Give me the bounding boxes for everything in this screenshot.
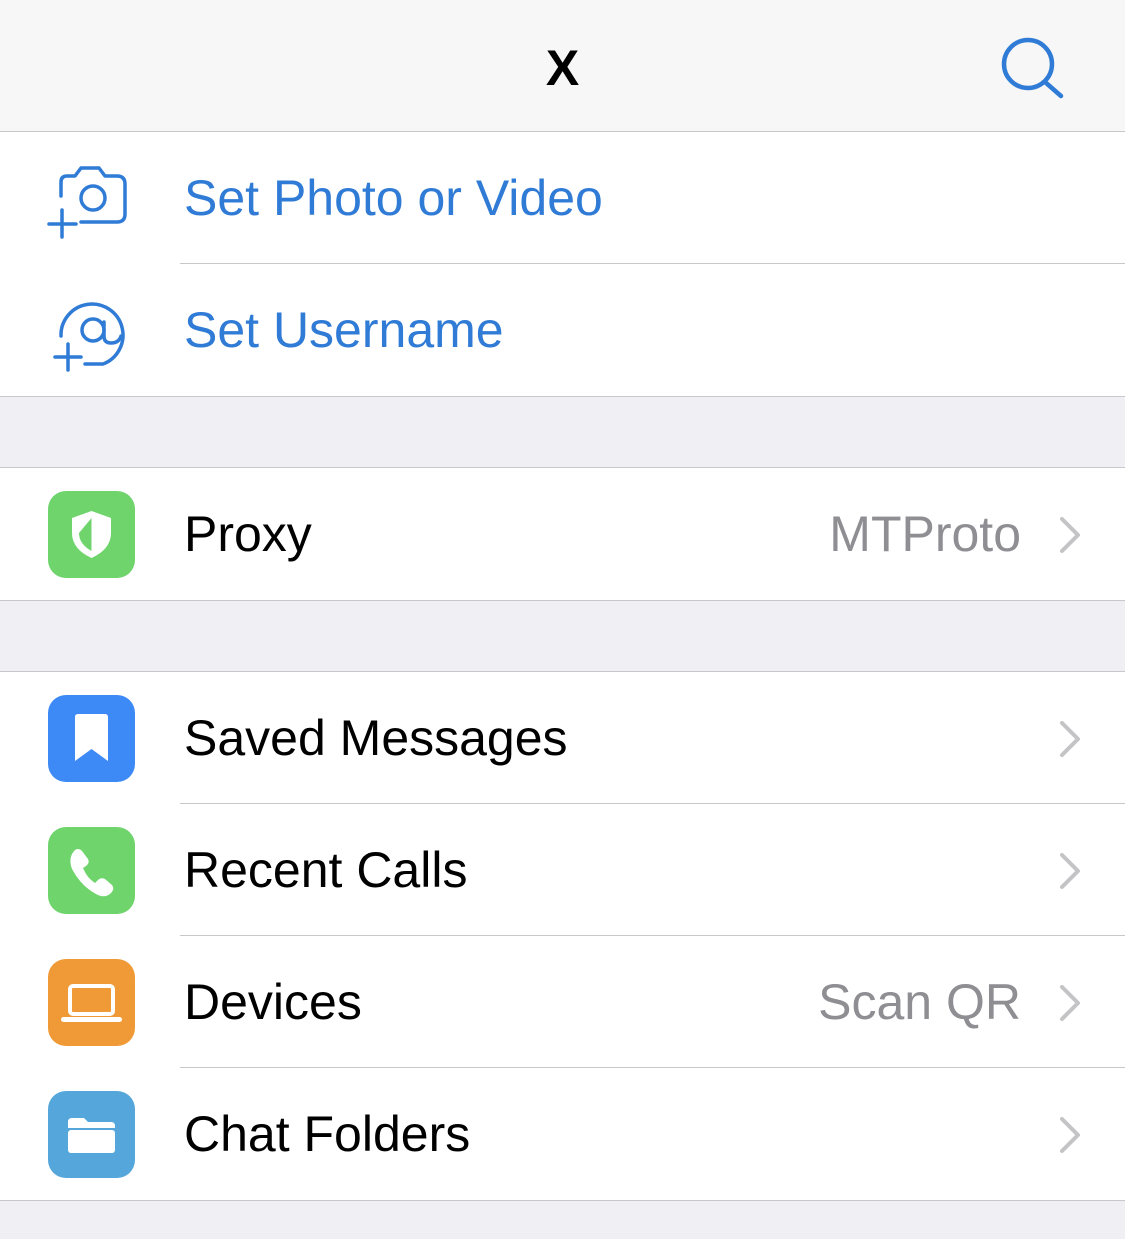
proxy-row[interactable]: Proxy MTProto <box>0 468 1125 600</box>
proxy-value: MTProto <box>829 506 1021 562</box>
saved-messages-label: Saved Messages <box>184 710 568 766</box>
chevron-right-icon <box>1058 516 1082 554</box>
camera-add-icon <box>45 160 131 240</box>
devices-value[interactable]: Scan QR <box>818 936 1021 1068</box>
shield-icon <box>48 491 135 578</box>
phone-icon <box>48 827 135 914</box>
devices-row[interactable]: Devices Scan QR <box>0 936 1125 1068</box>
navigation-bar: X <box>0 0 1125 132</box>
search-icon[interactable] <box>998 34 1068 104</box>
bookmark-icon <box>48 695 135 782</box>
laptop-icon <box>48 959 135 1046</box>
set-username-row[interactable]: Set Username <box>0 264 1125 396</box>
recent-calls-label: Recent Calls <box>184 842 468 898</box>
proxy-section: Proxy MTProto <box>0 467 1125 601</box>
set-username-label: Set Username <box>184 302 504 358</box>
saved-messages-row[interactable]: Saved Messages <box>0 672 1125 804</box>
chevron-right-icon <box>1058 720 1082 758</box>
recent-calls-row[interactable]: Recent Calls <box>0 804 1125 936</box>
page-title: X <box>545 40 580 96</box>
chat-folders-row[interactable]: Chat Folders <box>0 1068 1125 1200</box>
proxy-label: Proxy <box>184 506 312 562</box>
chevron-right-icon <box>1058 1116 1082 1154</box>
folder-icon <box>48 1091 135 1178</box>
main-section: Saved Messages Recent Calls Devices Scan… <box>0 671 1125 1201</box>
chevron-right-icon <box>1058 852 1082 890</box>
chat-folders-label: Chat Folders <box>184 1106 471 1162</box>
devices-label: Devices <box>184 974 362 1030</box>
chevron-right-icon <box>1058 984 1082 1022</box>
set-photo-label: Set Photo or Video <box>184 170 603 226</box>
set-photo-row[interactable]: Set Photo or Video <box>0 132 1125 264</box>
account-section: Set Photo or Video Set Username <box>0 132 1125 397</box>
at-add-icon <box>45 292 131 372</box>
